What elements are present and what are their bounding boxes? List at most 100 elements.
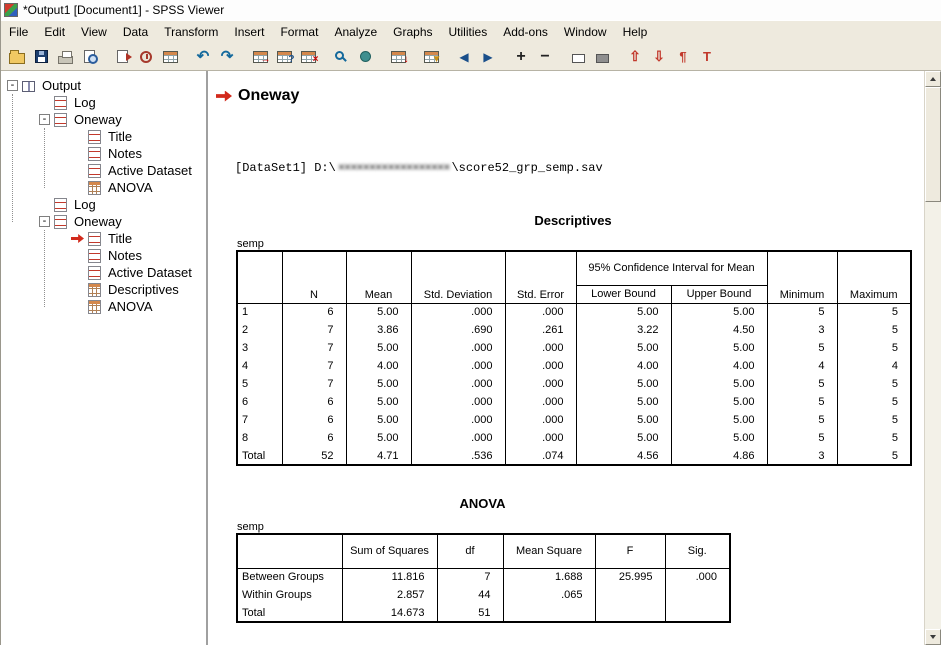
row-label-cell: Total <box>237 604 342 622</box>
menu-item[interactable]: Help <box>615 21 656 43</box>
menu-item[interactable]: Format <box>272 21 326 43</box>
tree-item[interactable]: Log <box>1 94 206 111</box>
table-cell: 5 <box>837 429 911 447</box>
variables-button[interactable] <box>272 45 296 69</box>
tree-item[interactable]: - Oneway <box>1 213 206 230</box>
tree-item[interactable]: - Output <box>1 77 206 94</box>
tree-item[interactable]: Title <box>1 128 206 145</box>
open-file-button[interactable] <box>5 45 29 69</box>
navigate-forward-button[interactable] <box>476 45 500 69</box>
tree-expander-toggle[interactable] <box>73 301 84 312</box>
tree-item[interactable]: ANOVA <box>1 298 206 315</box>
menu-item[interactable]: Window <box>556 21 615 43</box>
menu-item[interactable]: Analyze <box>326 21 385 43</box>
vertical-scrollbar[interactable] <box>924 71 941 645</box>
table-row: 1 6 5.00 .000 .000 5.00 5.00 5 5 <box>237 303 911 321</box>
menu-item[interactable]: File <box>1 21 36 43</box>
redo-button[interactable] <box>215 45 239 69</box>
navigate-back-button[interactable] <box>452 45 476 69</box>
tree-expander-toggle[interactable]: - <box>7 80 18 91</box>
table-icon <box>88 181 101 195</box>
scrollbar-track[interactable] <box>925 87 941 629</box>
table-cell: .000 <box>411 411 505 429</box>
tree-item[interactable]: Descriptives <box>1 281 206 298</box>
table-cell: 5.00 <box>671 375 767 393</box>
tree-expander-toggle[interactable] <box>39 199 50 210</box>
select-last-output-button[interactable] <box>386 45 410 69</box>
tree-item[interactable]: ANOVA <box>1 179 206 196</box>
tree-item[interactable]: Notes <box>1 145 206 162</box>
table-cell: 5 <box>837 339 911 357</box>
tree-item-label: Log <box>72 94 98 111</box>
table-cell: 3.86 <box>346 321 411 339</box>
undo-button[interactable] <box>191 45 215 69</box>
data-grid-icon <box>163 51 178 63</box>
menu-item[interactable]: Insert <box>226 21 272 43</box>
tree-expander-toggle[interactable] <box>73 267 84 278</box>
main-area: - Output Log - <box>1 71 941 645</box>
document-icon <box>88 232 101 246</box>
find-button[interactable] <box>329 45 353 69</box>
collapse-outline-button[interactable] <box>533 45 557 69</box>
menu-item[interactable]: Add-ons <box>495 21 556 43</box>
menu-item[interactable]: Utilities <box>441 21 496 43</box>
demote-outline-button[interactable] <box>647 45 671 69</box>
designate-window-button[interactable] <box>353 45 377 69</box>
table-cell: 5.00 <box>576 303 671 321</box>
tree-expander-toggle[interactable] <box>39 97 50 108</box>
menu-item[interactable]: Transform <box>156 21 226 43</box>
tree-expander-toggle[interactable] <box>73 131 84 142</box>
tree-item[interactable]: Notes <box>1 247 206 264</box>
tree-expander-toggle[interactable] <box>73 182 84 193</box>
table-cell: .000 <box>411 375 505 393</box>
recall-dialogs-button[interactable] <box>134 45 158 69</box>
goto-data-button[interactable] <box>158 45 182 69</box>
expand-outline-button[interactable] <box>509 45 533 69</box>
document-icon <box>88 249 101 263</box>
tree-item[interactable]: Title <box>1 230 206 247</box>
hide-output-button[interactable] <box>590 45 614 69</box>
column-header: Std. Deviation <box>411 251 505 303</box>
table-cell: 7 <box>282 339 346 357</box>
table-icon <box>88 283 101 297</box>
menu-item[interactable]: View <box>73 21 115 43</box>
select-cases-button[interactable] <box>419 45 443 69</box>
scrollbar-thumb[interactable] <box>925 87 941 202</box>
table-cell: 5.00 <box>576 411 671 429</box>
print-button[interactable] <box>53 45 77 69</box>
scroll-down-button[interactable] <box>925 629 941 645</box>
tree-expander-toggle[interactable] <box>73 165 84 176</box>
menu-item[interactable]: Edit <box>36 21 73 43</box>
tree-item[interactable]: - Oneway <box>1 111 206 128</box>
use-sets-button[interactable] <box>296 45 320 69</box>
tree-item[interactable]: Active Dataset <box>1 162 206 179</box>
tree-expander-toggle[interactable] <box>73 284 84 295</box>
goto-case-button[interactable] <box>248 45 272 69</box>
table-cell <box>595 586 665 604</box>
promote-outline-button[interactable] <box>623 45 647 69</box>
tree-expander-toggle[interactable]: - <box>39 114 50 125</box>
descriptives-table: N Mean Std. Deviation Std. Error 95% Con… <box>236 250 912 466</box>
tree-item[interactable]: Log <box>1 196 206 213</box>
row-label-cell: 6 <box>237 393 282 411</box>
scroll-up-button[interactable] <box>925 71 941 87</box>
table-cell: .065 <box>503 586 595 604</box>
table-row: 2 7 3.86 .690 .261 3.22 4.50 3 5 <box>237 321 911 339</box>
current-section-arrow-icon <box>216 91 232 102</box>
up-arrow-icon <box>930 77 936 81</box>
menu-item[interactable]: Data <box>115 21 156 43</box>
tree-expander-toggle[interactable] <box>73 250 84 261</box>
show-output-button[interactable] <box>566 45 590 69</box>
tree-item[interactable]: Active Dataset <box>1 264 206 281</box>
menu-item[interactable]: Graphs <box>385 21 440 43</box>
print-preview-button[interactable] <box>77 45 101 69</box>
save-file-button[interactable] <box>29 45 53 69</box>
anova-block: ANOVA semp Sum of Squares df Mean Square… <box>236 496 729 623</box>
tree-expander-toggle[interactable] <box>73 148 84 159</box>
grid-funnel-icon <box>424 51 439 63</box>
insert-text-button[interactable] <box>695 45 719 69</box>
export-output-button[interactable] <box>110 45 134 69</box>
insert-heading-button[interactable] <box>671 45 695 69</box>
table-cell: 5 <box>767 339 837 357</box>
tree-expander-toggle[interactable]: - <box>39 216 50 227</box>
